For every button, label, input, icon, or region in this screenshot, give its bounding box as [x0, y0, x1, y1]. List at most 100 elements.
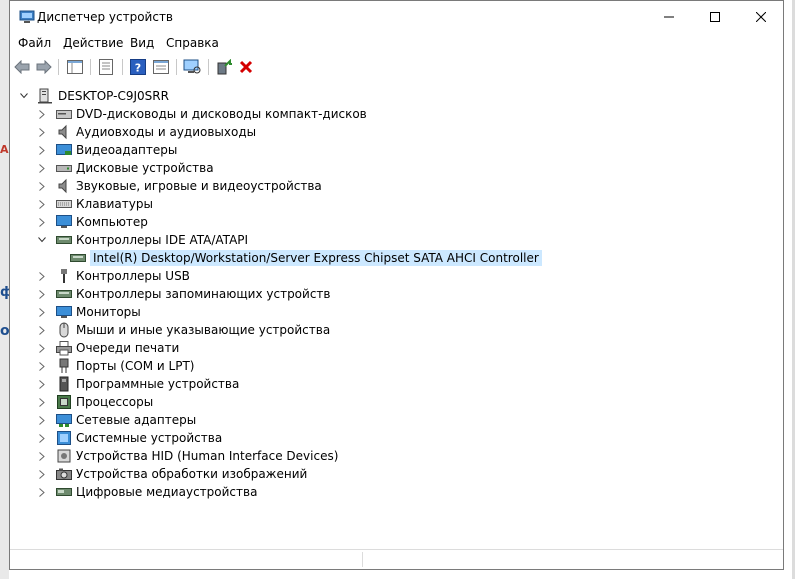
menu-file[interactable]: Файл	[18, 36, 51, 50]
tree-item-label: Видеоадаптеры	[76, 143, 178, 157]
tree-item-imaging-devices[interactable]: Устройства обработки изображений	[36, 465, 307, 483]
mouse-icon	[56, 322, 72, 338]
close-icon	[756, 12, 766, 22]
chevron-right-icon[interactable]	[36, 321, 48, 339]
chevron-right-icon[interactable]	[36, 213, 48, 231]
background-letter: А	[0, 143, 9, 156]
maximize-icon	[710, 12, 720, 22]
tree-item-label: Клавиатуры	[76, 197, 153, 211]
chevron-right-icon[interactable]	[36, 123, 48, 141]
tree-item-ide-controllers[interactable]: Контроллеры IDE ATA/ATAPI	[36, 231, 248, 249]
tree-item-label: Очереди печати	[76, 341, 180, 355]
tree-item-label: Контроллеры запоминающих устройств	[76, 287, 331, 301]
tree-item-system-devices[interactable]: Системные устройства	[36, 429, 222, 447]
tree-item-disk-drives[interactable]: Дисковые устройства	[36, 159, 214, 177]
speaker-icon	[56, 124, 72, 140]
uninstall-device-button[interactable]	[236, 57, 256, 77]
tree-item-print-queues[interactable]: Очереди печати	[36, 339, 179, 357]
computer-name: DESKTOP-C9J0SRR	[58, 89, 169, 103]
tree-item-dvd[interactable]: DVD-дисководы и дисководы компакт-дисков	[36, 105, 367, 123]
tree-item-label: Контроллеры IDE ATA/ATAPI	[76, 233, 249, 247]
tree-item-sata-ahci-controller[interactable]: Intel(R) Desktop/Workstation/Server Expr…	[70, 249, 542, 267]
tree-item-usb-controllers[interactable]: Контроллеры USB	[36, 267, 190, 285]
dvd-drive-icon	[56, 106, 72, 122]
tree-item-audio-io[interactable]: Аудиовходы и аудиовыходы	[36, 123, 256, 141]
tree-item-sound-devices[interactable]: Звуковые, игровые и видеоустройства	[36, 177, 322, 195]
menu-view[interactable]: Вид	[130, 36, 154, 50]
tree-item-storage-controllers[interactable]: Контроллеры запоминающих устройств	[36, 285, 330, 303]
chevron-down-icon[interactable]	[36, 231, 48, 249]
ide-controller-icon	[70, 250, 86, 266]
speaker-icon	[56, 178, 72, 194]
chevron-right-icon[interactable]	[36, 429, 48, 447]
chevron-right-icon[interactable]	[36, 141, 48, 159]
toolbar-separator	[208, 59, 209, 75]
chevron-right-icon[interactable]	[36, 267, 48, 285]
menu-help[interactable]: Справка	[166, 36, 219, 50]
tree-item-label: Дисковые устройства	[76, 161, 214, 175]
tree-item-label: Программные устройства	[76, 377, 240, 391]
chevron-right-icon[interactable]	[36, 195, 48, 213]
update-driver-button[interactable]	[214, 57, 234, 77]
tree-item-computer[interactable]: Компьютер	[36, 213, 148, 231]
toolbar-separator	[90, 59, 91, 75]
arrow-left-icon	[14, 60, 30, 74]
forward-button[interactable]	[34, 57, 54, 77]
tree-item-label: Аудиовходы и аудиовыходы	[76, 125, 257, 139]
chevron-right-icon[interactable]	[36, 357, 48, 375]
network-adapter-icon	[56, 412, 72, 428]
chevron-right-icon[interactable]	[36, 285, 48, 303]
properties-button[interactable]	[96, 57, 116, 77]
tree-item-label: Компьютер	[76, 215, 148, 229]
tree-item-label: Сетевые адаптеры	[76, 413, 197, 427]
scan-hardware-changes-button[interactable]	[182, 57, 202, 77]
usb-icon	[56, 268, 72, 284]
toolbar-separator	[58, 59, 59, 75]
tree-item-hid[interactable]: Устройства HID (Human Interface Devices)	[36, 447, 338, 465]
media-device-icon	[56, 484, 72, 500]
back-button[interactable]	[12, 57, 32, 77]
tree-item-label: Мониторы	[76, 305, 141, 319]
tree-item-video-adapters[interactable]: Видеоадаптеры	[36, 141, 177, 159]
tree-item-network-adapters[interactable]: Сетевые адаптеры	[36, 411, 196, 429]
chevron-down-icon[interactable]	[18, 87, 30, 105]
scan-monitor-icon	[183, 59, 201, 74]
chevron-right-icon[interactable]	[36, 339, 48, 357]
chevron-right-icon[interactable]	[36, 375, 48, 393]
menu-action[interactable]: Действие	[63, 36, 123, 50]
disk-drive-icon	[56, 160, 72, 176]
tree-item-ports[interactable]: Порты (COM и LPT)	[36, 357, 194, 375]
show-hide-console-tree-button[interactable]	[65, 57, 85, 77]
minimize-button[interactable]	[646, 1, 692, 33]
tree-item-software-devices[interactable]: Программные устройства	[36, 375, 239, 393]
tree-item-keyboards[interactable]: Клавиатуры	[36, 195, 153, 213]
computer-icon	[38, 88, 54, 104]
console-tree-icon	[67, 60, 83, 74]
tree-item-mice[interactable]: Мыши и иные указывающие устройства	[36, 321, 330, 339]
red-x-icon	[239, 60, 253, 74]
toolbar-separator	[176, 59, 177, 75]
chevron-right-icon[interactable]	[36, 159, 48, 177]
chevron-right-icon[interactable]	[36, 393, 48, 411]
chevron-right-icon[interactable]	[36, 483, 48, 501]
chevron-right-icon[interactable]	[36, 465, 48, 483]
title-bar[interactable]: Диспетчер устройств	[10, 1, 783, 33]
close-button[interactable]	[738, 1, 784, 33]
help-button[interactable]: ?	[128, 57, 148, 77]
view-details-button[interactable]	[151, 57, 171, 77]
status-bar	[10, 549, 783, 569]
tree-item-label: Системные устройства	[76, 431, 223, 445]
maximize-button[interactable]	[692, 1, 738, 33]
chevron-right-icon[interactable]	[36, 105, 48, 123]
minimize-icon	[664, 16, 674, 18]
tree-item-processors[interactable]: Процессоры	[36, 393, 153, 411]
chevron-right-icon[interactable]	[36, 177, 48, 195]
tree-item-monitors[interactable]: Мониторы	[36, 303, 141, 321]
tree-item-label: Процессоры	[76, 395, 154, 409]
chevron-right-icon[interactable]	[36, 303, 48, 321]
chevron-right-icon[interactable]	[36, 447, 48, 465]
chevron-right-icon[interactable]	[36, 411, 48, 429]
tree-item-digital-media[interactable]: Цифровые медиаустройства	[36, 483, 257, 501]
status-separator	[362, 552, 363, 567]
tree-root-item[interactable]: DESKTOP-C9J0SRR	[18, 87, 169, 105]
